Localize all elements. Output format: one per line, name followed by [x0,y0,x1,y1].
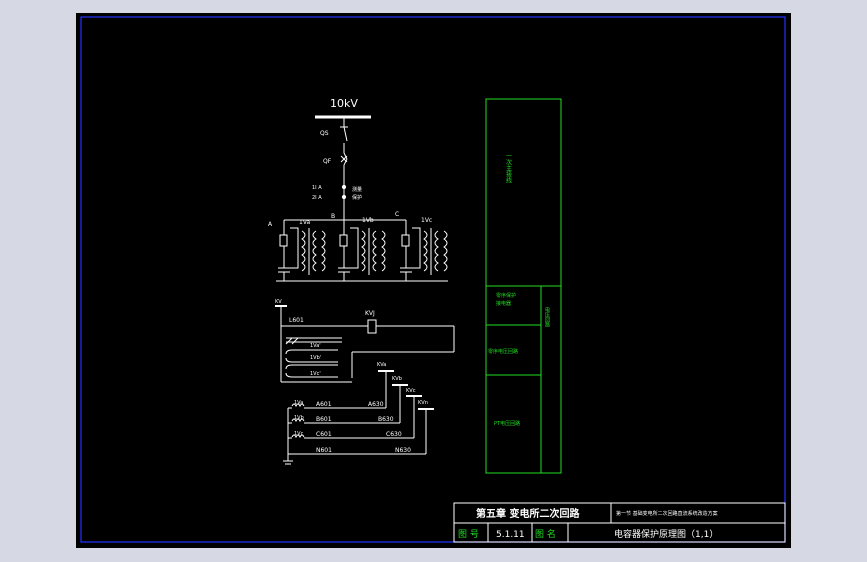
bus-label: 10kV [330,97,358,110]
qs-label: QS [320,130,329,137]
sec-a-label: 1Va [294,400,303,406]
kva-label: KVa [377,362,386,368]
kvc-label: KVc [406,388,416,394]
b630-label: B630 [378,416,394,423]
phase-groups [276,227,448,282]
qf-label: QF [323,158,332,165]
pt-c-label: 1Vc [421,217,432,224]
phase-a-label: A [268,221,273,228]
drawing-canvas: 10kV QS QF 1I A 2I A 测量保护 A B C 1Va 1Vb … [76,13,791,548]
sec-b-label: 1Vb [294,415,304,421]
c601-label: C601 [316,431,332,438]
kvb-label: KVb [392,376,402,382]
open-delta-c: 1Vc' [310,371,321,377]
fig-name: 电容器保护原理图（1,1） [614,528,718,540]
table-row1-text: 零序保护接电器 [496,292,516,307]
phase-b-label: B [331,213,335,220]
chapter-title: 第五章 变电所二次回路 [476,507,580,520]
table-row3-text: PT电压回路 [494,420,520,427]
drawing-frame [80,16,786,543]
table-row2-text: 零序电压回路 [488,348,518,355]
phase-c-label: C [395,211,399,218]
fig-no-label: 图 号 [458,529,479,540]
fig-no: 5.1.11 [496,530,525,540]
n630-label: N630 [395,447,411,454]
b601-label: B601 [316,416,332,423]
pt-b-label: 1Vb [362,217,374,224]
ct-side-label: 测量保护 [352,186,362,201]
table-top-text: 一次主接线 [505,153,512,183]
secondary-circuit [275,305,455,465]
kvj-label: KVJ [365,310,375,317]
kvn-label: KVn [418,400,428,406]
ct-label-2: 2I A [312,195,322,201]
open-delta-a: 1Va' [310,343,321,349]
a601-label: A601 [316,401,332,408]
side-table [485,98,562,474]
a630-label: A630 [368,401,384,408]
kv-top-label: KV [275,299,282,305]
section-title: 第一节 基础变电所二次回路直流系统改造方案 [616,510,718,517]
n601-label: N601 [316,447,332,454]
sec-c-label: 1Vc [294,431,304,437]
primary-circuit [283,115,407,235]
table-right-text: 电压回路 [544,306,550,328]
pt-a-label: 1Va [299,219,310,226]
l601-label: L601 [289,317,304,324]
ct-label-1: 1I A [312,185,322,191]
fig-name-label: 图 名 [535,528,556,540]
open-delta-b: 1Vb' [310,355,321,361]
schematic-drawing: 10kV QS QF 1I A 2I A 测量保护 A B C 1Va 1Vb … [80,16,786,543]
c630-label: C630 [386,431,402,438]
